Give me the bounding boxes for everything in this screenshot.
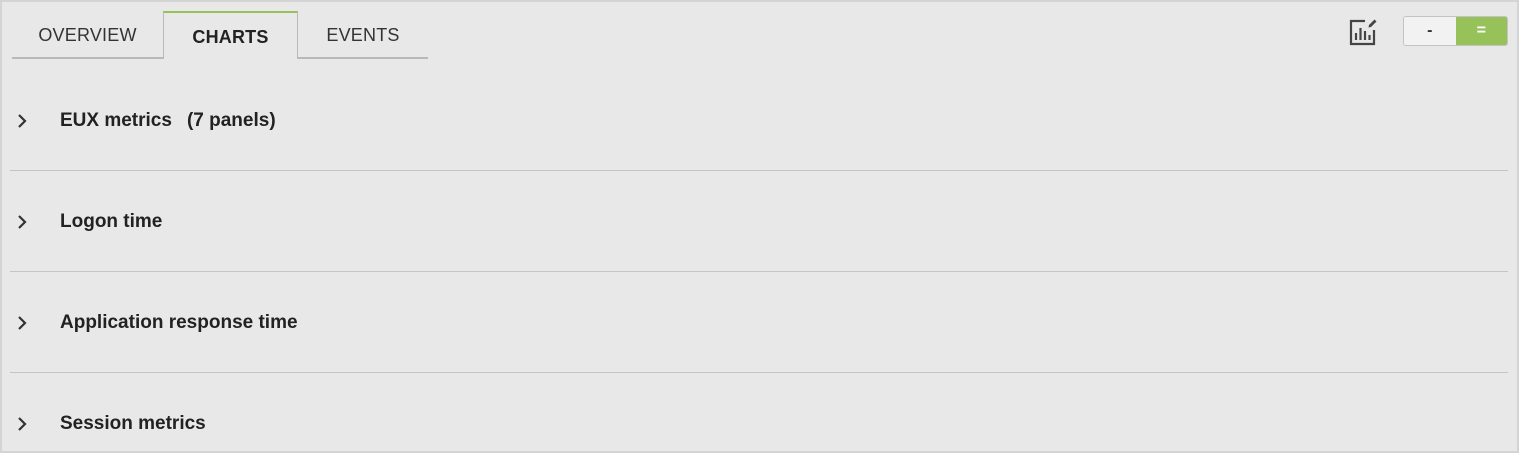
- expand-all-button[interactable]: =: [1455, 17, 1507, 45]
- section-panel-count: (7 panels): [186, 109, 276, 131]
- section-application-response-time[interactable]: Application response time: [10, 273, 1508, 373]
- section-title: Session metrics: [60, 413, 206, 434]
- tab-overview[interactable]: OVERVIEW: [12, 13, 163, 59]
- chevron-right-icon: [16, 113, 48, 129]
- chevron-right-icon: [16, 214, 48, 230]
- tab-bar: OVERVIEW CHARTS EVENTS: [12, 11, 428, 59]
- chevron-right-icon: [16, 315, 48, 331]
- collapse-all-button[interactable]: -: [1404, 17, 1456, 45]
- section-title: EUX metrics: [60, 109, 172, 131]
- expand-collapse-toggle: - =: [1403, 16, 1508, 46]
- edit-chart-icon: [1349, 19, 1377, 46]
- section-logon-time[interactable]: Logon time: [10, 172, 1508, 272]
- section-eux-metrics[interactable]: EUX metrics (7 panels): [10, 71, 1508, 171]
- tab-events[interactable]: EVENTS: [298, 13, 428, 59]
- edit-chart-button[interactable]: [1345, 16, 1381, 48]
- chevron-right-icon: [16, 416, 48, 432]
- section-title: Application response time: [60, 311, 298, 333]
- section-title: Logon time: [60, 210, 163, 232]
- charts-panel: OVERVIEW CHARTS EVENTS - = EUX metrics (…: [2, 2, 1517, 451]
- tab-charts[interactable]: CHARTS: [163, 11, 298, 59]
- section-session-metrics[interactable]: Session metrics: [10, 374, 1508, 451]
